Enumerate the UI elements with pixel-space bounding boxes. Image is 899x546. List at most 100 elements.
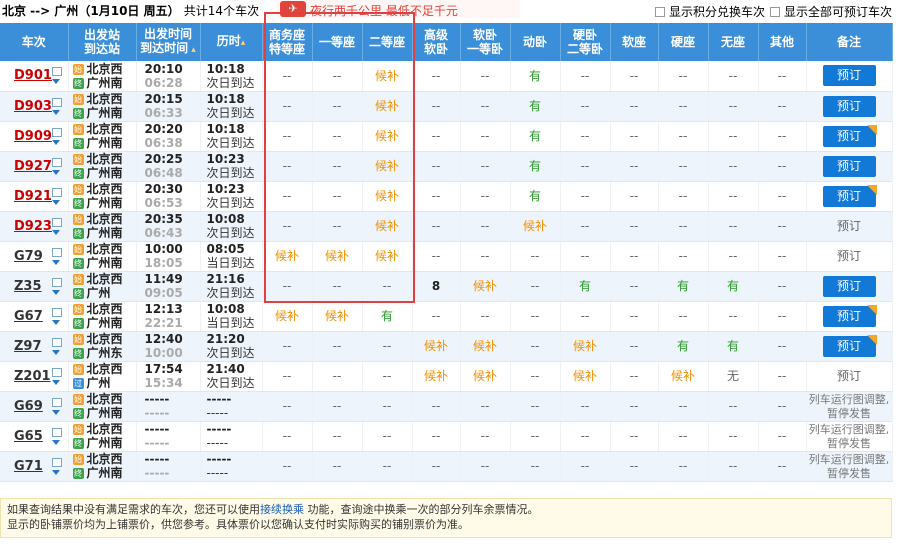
seat-soft-sleeper[interactable]: 候补: [460, 361, 511, 392]
train-info-icon[interactable]: [52, 337, 62, 347]
seat-second-class[interactable]: 候补: [362, 121, 413, 152]
stops-dropdown-icon[interactable]: [52, 469, 60, 475]
train-info-icon[interactable]: [52, 277, 62, 287]
train-info-icon[interactable]: [52, 427, 62, 437]
stops-dropdown-icon[interactable]: [52, 439, 60, 445]
seat-business-seat[interactable]: 候补: [262, 241, 313, 272]
book-button[interactable]: 预订: [822, 95, 876, 117]
seat-second-class[interactable]: 候补: [362, 241, 413, 272]
stops-dropdown-icon[interactable]: [52, 79, 60, 84]
train-info-icon[interactable]: [52, 457, 62, 467]
train-number-link[interactable]: D923: [14, 219, 52, 234]
seat-second-class[interactable]: 候补: [362, 181, 413, 212]
book-button[interactable]: 预订: [822, 155, 876, 177]
seat-hard-sleeper[interactable]: 候补: [560, 361, 611, 392]
seat-no-seat: 无: [708, 361, 759, 392]
seat-other: --: [758, 421, 807, 452]
train-number-link[interactable]: D909: [14, 129, 52, 144]
train-number-cell: G67: [0, 301, 69, 332]
train-number-link[interactable]: G71: [14, 459, 43, 474]
checkbox-icon[interactable]: [770, 7, 780, 17]
seat-motor-sleeper[interactable]: 有: [510, 61, 561, 92]
stops-dropdown-icon[interactable]: [52, 409, 60, 415]
start-station-badge: 始: [72, 454, 84, 465]
stops-dropdown-icon[interactable]: [52, 349, 60, 355]
seat-motor-sleeper[interactable]: 候补: [510, 211, 561, 242]
stops-dropdown-icon[interactable]: [52, 169, 60, 175]
seat-first-class[interactable]: 候补: [312, 301, 363, 332]
book-button[interactable]: 预订: [822, 304, 877, 327]
transfer-link[interactable]: 接续换乘: [260, 503, 304, 516]
seat-motor-sleeper[interactable]: 有: [510, 181, 561, 212]
seat-second-class[interactable]: 候补: [362, 211, 413, 242]
table-row: D921 始北京西终广州南 20:30 06:53 10:23 次日到达 -- -- 候补 -- -…: [0, 181, 893, 212]
seat-deluxe-soft-sleeper[interactable]: 8: [412, 271, 461, 302]
seat-second-class[interactable]: 候补: [362, 91, 413, 122]
train-number-link[interactable]: D921: [14, 189, 52, 204]
stops-dropdown-icon[interactable]: [52, 199, 60, 205]
book-button[interactable]: 预订: [822, 124, 877, 147]
train-info-icon[interactable]: [52, 367, 62, 377]
train-number-link[interactable]: D901: [14, 68, 52, 83]
train-info-icon[interactable]: [52, 217, 62, 227]
train-number-link[interactable]: Z97: [14, 339, 42, 354]
stops-dropdown-icon[interactable]: [52, 109, 60, 115]
train-number-link[interactable]: G67: [14, 309, 43, 324]
seat-motor-sleeper[interactable]: 有: [510, 151, 561, 182]
seat-no-seat[interactable]: 有: [708, 331, 759, 362]
sort-icon[interactable]: ▴: [188, 45, 196, 55]
train-info-icon[interactable]: [52, 247, 62, 257]
sort-icon[interactable]: ▴: [241, 38, 246, 48]
stops-dropdown-icon[interactable]: [52, 379, 60, 385]
book-button[interactable]: 预订: [822, 334, 877, 357]
book-button[interactable]: 预订: [822, 65, 876, 87]
seat-deluxe-soft-sleeper[interactable]: 候补: [412, 331, 461, 362]
book-button[interactable]: 预订: [822, 275, 876, 297]
promo-text[interactable]: 夜行两千公里 最低不足千元: [310, 2, 458, 19]
seat-no-seat[interactable]: 有: [708, 271, 759, 302]
stops-dropdown-icon[interactable]: [52, 289, 60, 295]
train-number-link[interactable]: D903: [14, 99, 52, 114]
seat-soft-sleeper[interactable]: 候补: [460, 271, 511, 302]
option-points-exchange[interactable]: 显示积分兑换车次: [655, 3, 765, 20]
option-show-all[interactable]: 显示全部可预订车次: [770, 3, 892, 20]
train-number-link[interactable]: Z201: [14, 369, 51, 384]
stops-dropdown-icon[interactable]: [52, 319, 60, 325]
col-header-duration[interactable]: 历时▴: [200, 23, 263, 61]
train-number-link[interactable]: G69: [14, 399, 43, 414]
seat-hard-seat[interactable]: 有: [658, 271, 709, 302]
seat-second-class[interactable]: 候补: [362, 151, 413, 182]
train-info-icon[interactable]: [52, 187, 62, 197]
seat-deluxe-soft-sleeper[interactable]: 候补: [412, 361, 461, 392]
train-info-icon[interactable]: [52, 127, 62, 137]
col-header-station[interactable]: 出发站 到达站: [68, 23, 137, 61]
seat-soft-seat: --: [610, 331, 659, 362]
train-number-link[interactable]: G79: [14, 249, 43, 264]
col-header-time[interactable]: 出发时间 到达时间 ▴: [136, 23, 201, 61]
seat-hard-sleeper[interactable]: 有: [560, 271, 611, 302]
train-info-icon[interactable]: [52, 67, 62, 76]
train-number-link[interactable]: Z35: [14, 279, 42, 294]
seat-motor-sleeper[interactable]: 有: [510, 91, 561, 122]
train-info-icon[interactable]: [52, 307, 62, 317]
promo-banner[interactable]: ✈ 夜行两千公里 最低不足千元: [276, 0, 520, 18]
train-info-icon[interactable]: [52, 97, 62, 107]
seat-hard-seat[interactable]: 候补: [658, 361, 709, 392]
book-button[interactable]: 预订: [822, 184, 877, 207]
seat-second-class[interactable]: 候补: [362, 61, 413, 92]
stops-dropdown-icon[interactable]: [52, 259, 60, 265]
train-info-icon[interactable]: [52, 157, 62, 167]
seat-second-class[interactable]: 有: [362, 301, 413, 332]
seat-business-seat[interactable]: 候补: [262, 301, 313, 332]
stops-dropdown-icon[interactable]: [52, 139, 60, 145]
stops-dropdown-icon[interactable]: [52, 229, 60, 235]
train-number-link[interactable]: D927: [14, 159, 52, 174]
seat-hard-seat[interactable]: 有: [658, 331, 709, 362]
checkbox-icon[interactable]: [655, 7, 665, 17]
train-info-icon[interactable]: [52, 397, 62, 407]
seat-hard-sleeper[interactable]: 候补: [560, 331, 611, 362]
seat-motor-sleeper[interactable]: 有: [510, 121, 561, 152]
seat-first-class[interactable]: 候补: [312, 241, 363, 272]
train-number-link[interactable]: G65: [14, 429, 43, 444]
seat-soft-sleeper[interactable]: 候补: [460, 331, 511, 362]
